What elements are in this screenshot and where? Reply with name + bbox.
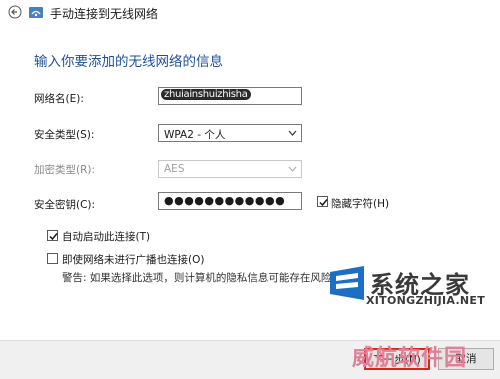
network-icon	[29, 7, 43, 18]
encryption-type-select: AES	[158, 160, 302, 178]
encryption-type-label: 加密类型(R):	[34, 164, 96, 176]
auto-connect-checkbox[interactable]	[47, 230, 58, 241]
back-arrow-icon[interactable]	[8, 5, 22, 19]
privacy-warning: 警告: 如果选择此选项，则计算机的隐私信息可能存在风险。	[62, 272, 342, 284]
chevron-down-icon	[288, 130, 297, 136]
chevron-down-icon	[288, 166, 297, 172]
security-type-label: 安全类型(S):	[34, 129, 95, 141]
ssid-label: 网络名(E):	[34, 93, 84, 105]
checkmark-icon	[319, 199, 328, 207]
checkmark-icon	[49, 233, 58, 241]
site-logo-icon	[330, 266, 364, 300]
window-title: 手动连接到无线网络	[50, 7, 159, 21]
page-heading: 输入你要添加的无线网络的信息	[34, 54, 223, 70]
hide-characters-checkbox[interactable]	[317, 196, 328, 207]
connect-hidden-checkbox[interactable]	[47, 253, 58, 264]
connect-hidden-label: 即使网络未进行广播也连接(O)	[62, 254, 205, 266]
ssid-value: zhuiainshuizhisha	[161, 89, 251, 100]
security-key-input[interactable]: ●●●●●●●●●●●●	[158, 192, 302, 210]
ssid-input[interactable]: zhuiainshuizhisha	[158, 87, 302, 105]
security-type-value: WPA2 - 个人	[164, 129, 226, 141]
security-key-label: 安全密钥(C):	[34, 199, 96, 211]
auto-connect-label: 自动启动此连接(T)	[62, 231, 151, 243]
security-type-select[interactable]: WPA2 - 个人	[158, 124, 302, 142]
watermark-site-url: XITONGZHIJIA.NET	[366, 294, 486, 307]
encryption-type-value: AES	[164, 163, 185, 175]
watermark-site-name-2: 威航软件园	[352, 346, 468, 371]
security-key-value: ●●●●●●●●●●●●	[164, 194, 286, 207]
hide-characters-label: 隐藏字符(H)	[331, 198, 390, 210]
